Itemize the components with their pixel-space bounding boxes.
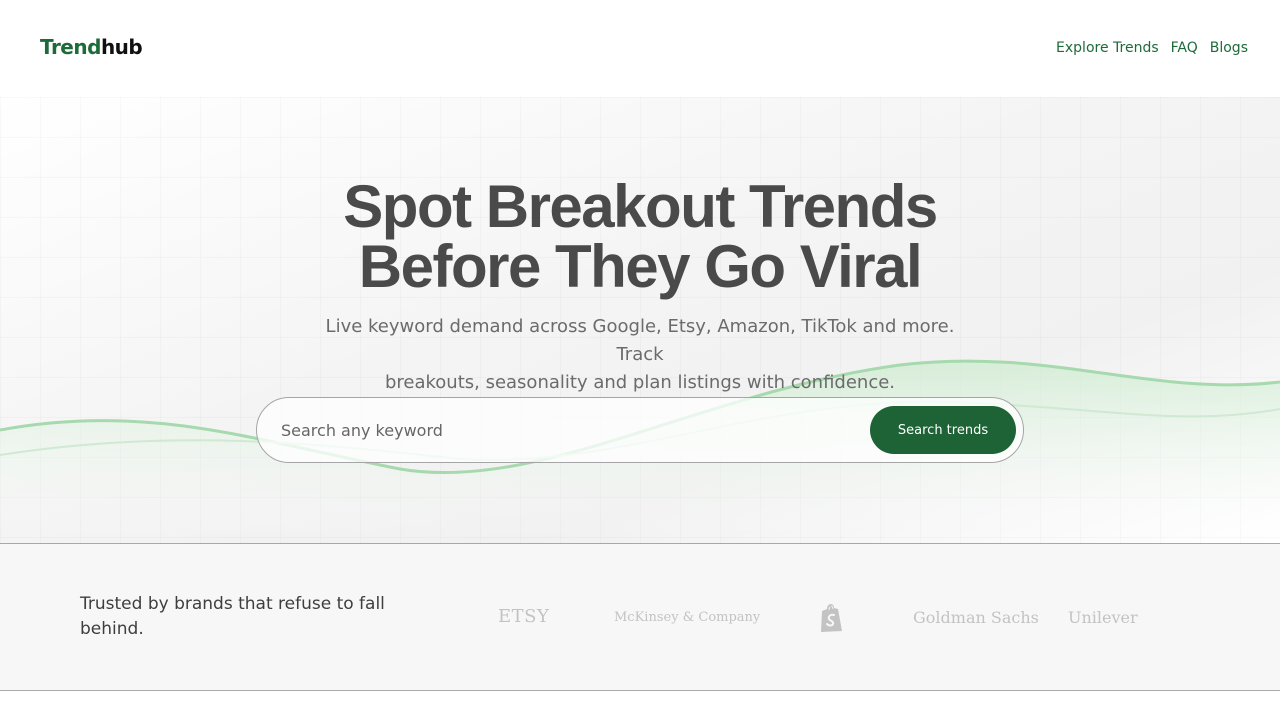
hero-subtitle: Live keyword demand across Google, Etsy,… xyxy=(315,313,965,397)
logo[interactable]: Trendhub xyxy=(40,35,143,59)
hero-subtitle-line-2: breakouts, seasonality and plan listings… xyxy=(384,372,896,393)
nav-faq[interactable]: FAQ xyxy=(1171,40,1198,56)
shopify-icon xyxy=(818,603,844,637)
logo-part-hub: hub xyxy=(100,35,143,59)
trusted-by-section: Trusted by brands that refuse to fall be… xyxy=(0,543,1280,691)
main-nav: Explore Trends FAQ Blogs xyxy=(1056,40,1248,56)
hero-title-line-2: Before They Go Viral xyxy=(358,233,923,300)
keyword-search-input[interactable] xyxy=(281,414,841,446)
unilever-logo: Unilever xyxy=(1068,608,1138,627)
nav-blogs[interactable]: Blogs xyxy=(1210,40,1248,56)
mckinsey-logo: McKinsey & Company xyxy=(614,610,761,625)
nav-explore-trends[interactable]: Explore Trends xyxy=(1056,40,1159,56)
hero-section: Spot Breakout Trends Before They Go Vira… xyxy=(0,97,1280,543)
hero-title: Spot Breakout Trends Before They Go Vira… xyxy=(0,177,1280,297)
hero-subtitle-line-1: Live keyword demand across Google, Etsy,… xyxy=(325,316,955,365)
top-navigation-bar: Trendhub Explore Trends FAQ Blogs xyxy=(0,0,1280,97)
etsy-logo: ETSY xyxy=(498,606,550,627)
trusted-by-text: Trusted by brands that refuse to fall be… xyxy=(80,594,385,639)
keyword-search-bar: Search trends xyxy=(256,397,1024,463)
logo-part-trend: Trend xyxy=(40,35,101,59)
search-trends-button[interactable]: Search trends xyxy=(870,406,1016,454)
goldman-sachs-logo: Goldman Sachs xyxy=(913,608,1039,627)
hero-title-line-1: Spot Breakout Trends xyxy=(343,173,938,240)
